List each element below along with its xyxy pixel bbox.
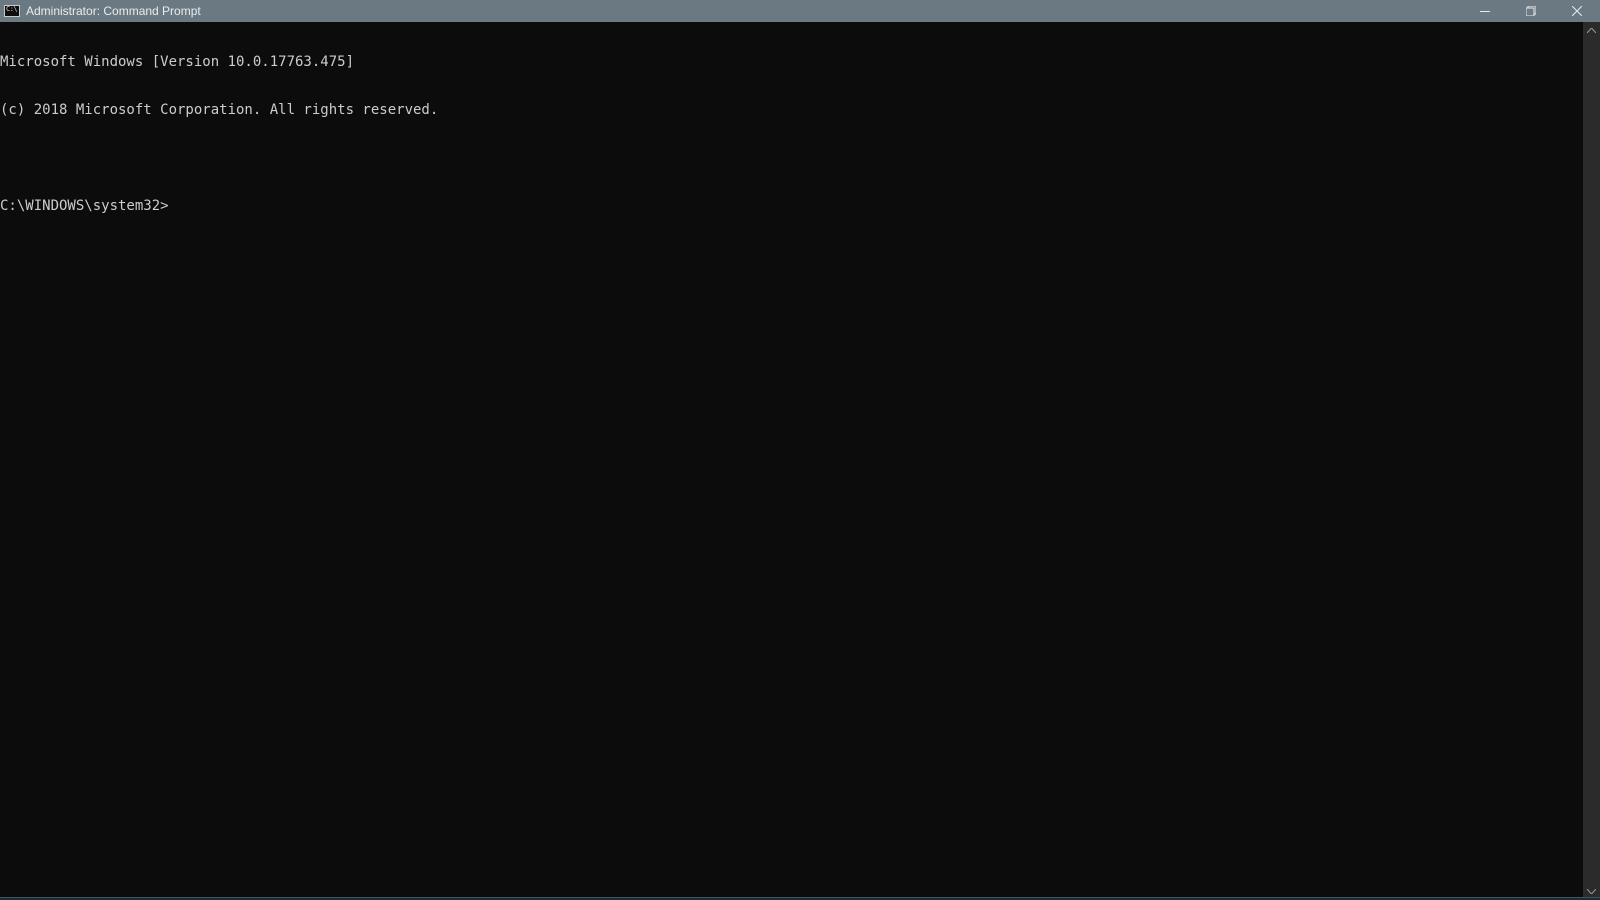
chevron-down-icon	[1587, 889, 1596, 894]
scroll-track[interactable]	[1583, 39, 1600, 883]
blank-line	[0, 150, 1583, 166]
maximize-button[interactable]	[1508, 0, 1554, 22]
terminal-output[interactable]: Microsoft Windows [Version 10.0.17763.47…	[0, 22, 1583, 900]
scroll-up-button[interactable]	[1583, 22, 1600, 39]
close-icon	[1572, 6, 1582, 16]
output-line: (c) 2018 Microsoft Corporation. All righ…	[0, 102, 1583, 118]
minimize-icon	[1480, 6, 1490, 16]
client-area: Microsoft Windows [Version 10.0.17763.47…	[0, 22, 1600, 900]
command-prompt-window: Administrator: Command Prompt	[0, 0, 1600, 900]
cmd-icon	[4, 5, 20, 17]
window-controls	[1462, 0, 1600, 22]
prompt-text: C:\WINDOWS\system32>	[0, 198, 169, 214]
restore-icon	[1526, 6, 1536, 16]
vertical-scrollbar[interactable]	[1583, 22, 1600, 900]
chevron-up-icon	[1587, 28, 1596, 33]
output-line: Microsoft Windows [Version 10.0.17763.47…	[0, 54, 1583, 70]
prompt-line[interactable]: C:\WINDOWS\system32>	[0, 198, 1583, 214]
window-title: Administrator: Command Prompt	[26, 4, 201, 18]
taskbar-highlight	[0, 897, 1600, 898]
close-button[interactable]	[1554, 0, 1600, 22]
titlebar[interactable]: Administrator: Command Prompt	[0, 0, 1600, 22]
minimize-button[interactable]	[1462, 0, 1508, 22]
